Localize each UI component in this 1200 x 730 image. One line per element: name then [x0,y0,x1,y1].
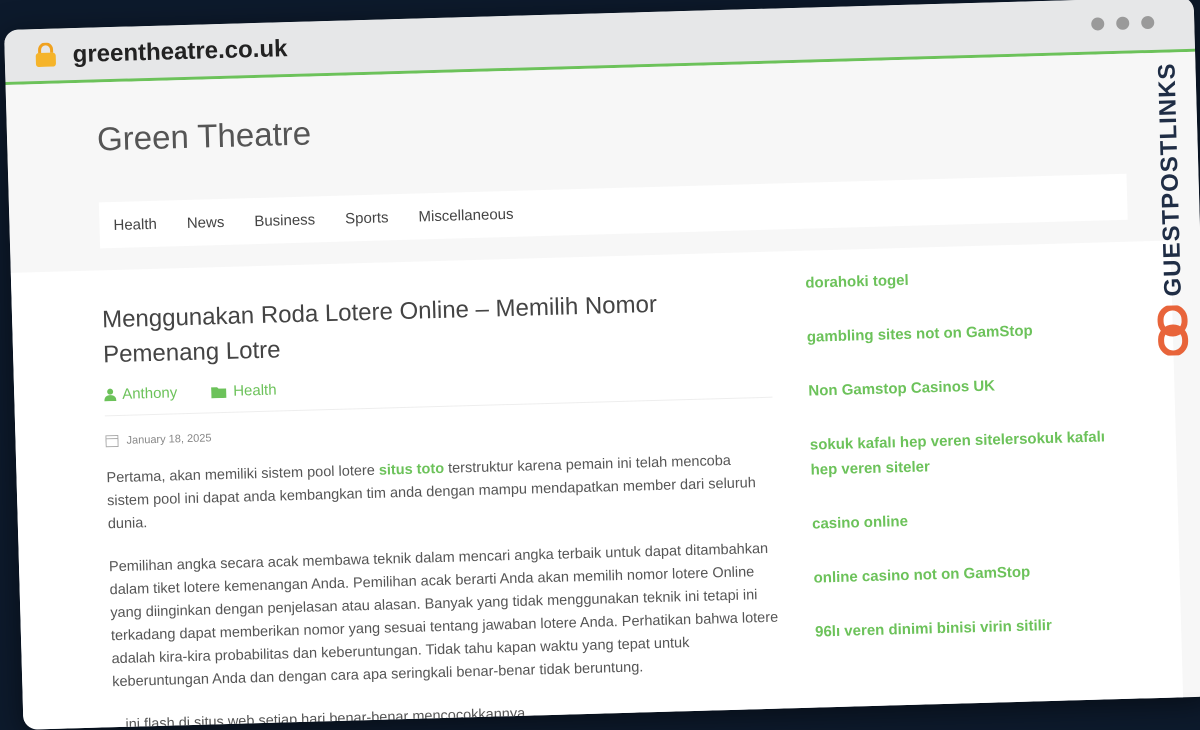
author-name: Anthony [122,384,178,403]
date-text: January 18, 2025 [126,432,211,446]
user-icon [104,388,116,401]
sidebar-link[interactable]: casino online [812,503,1113,536]
link-logo-icon [1156,305,1191,356]
address-domain[interactable]: greentheatre.co.uk [72,35,287,69]
nav-item-health[interactable]: Health [113,215,157,233]
paragraph-1-text-a: Pertama, akan memiliki sistem pool loter… [106,463,379,487]
window-dot-3[interactable] [1141,16,1154,29]
article: Menggunakan Roda Lotere Online – Memilih… [102,284,782,730]
sidebar-link[interactable]: online casino not on GamStop [813,557,1114,590]
situs-toto-link[interactable]: situs toto [379,461,445,479]
author-link[interactable]: Anthony [104,384,177,403]
main-nav: Health News Business Sports Miscellaneou… [99,174,1128,249]
sidebar-link[interactable]: gambling sites not on GamStop [807,316,1108,349]
sidebar-link[interactable]: Non Gamstop Casinos UK [808,370,1109,403]
sidebar-link[interactable]: sokuk kafalı hep veren sitelersokuk kafa… [810,424,1111,482]
sidebar-link[interactable]: dorahoki togel [805,262,1106,295]
sidebar-link[interactable]: 96lı veren dinimi binisi virin sitilir [815,611,1116,644]
nav-item-miscellaneous[interactable]: Miscellaneous [418,205,513,225]
browser-window: greentheatre.co.uk Green Theatre Health … [4,0,1200,730]
window-dot-1[interactable] [1091,17,1104,30]
website: Green Theatre Health News Business Sport… [6,52,1200,725]
sidebar-links: dorahoki togel gambling sites not on Gam… [805,262,1116,673]
content-area: Menggunakan Roda Lotere Online – Memilih… [11,241,1184,730]
paragraph-3: ...ini flash di situs web setiap hari be… [113,696,781,730]
nav-item-news[interactable]: News [187,213,225,231]
article-title[interactable]: Menggunakan Roda Lotere Online – Memilih… [102,284,772,373]
category-link[interactable]: Health [211,382,277,401]
category-name: Health [233,382,277,400]
lock-icon [34,43,57,68]
window-controls [1091,16,1154,31]
folder-icon [211,385,227,397]
site-title[interactable]: Green Theatre [97,114,312,158]
paragraph-1: Pertama, akan memiliki sistem pool loter… [106,449,776,537]
nav-item-sports[interactable]: Sports [345,209,389,227]
watermark-text: GUESTPOSTLINKS [1153,49,1188,310]
article-meta: Anthony Health [104,368,772,404]
post-date: January 18, 2025 [105,416,773,448]
paragraph-2: Pemilihan angka secara acak membawa tekn… [109,538,781,695]
window-dot-2[interactable] [1116,17,1129,30]
nav-item-business[interactable]: Business [254,211,315,230]
calendar-icon [105,434,118,447]
